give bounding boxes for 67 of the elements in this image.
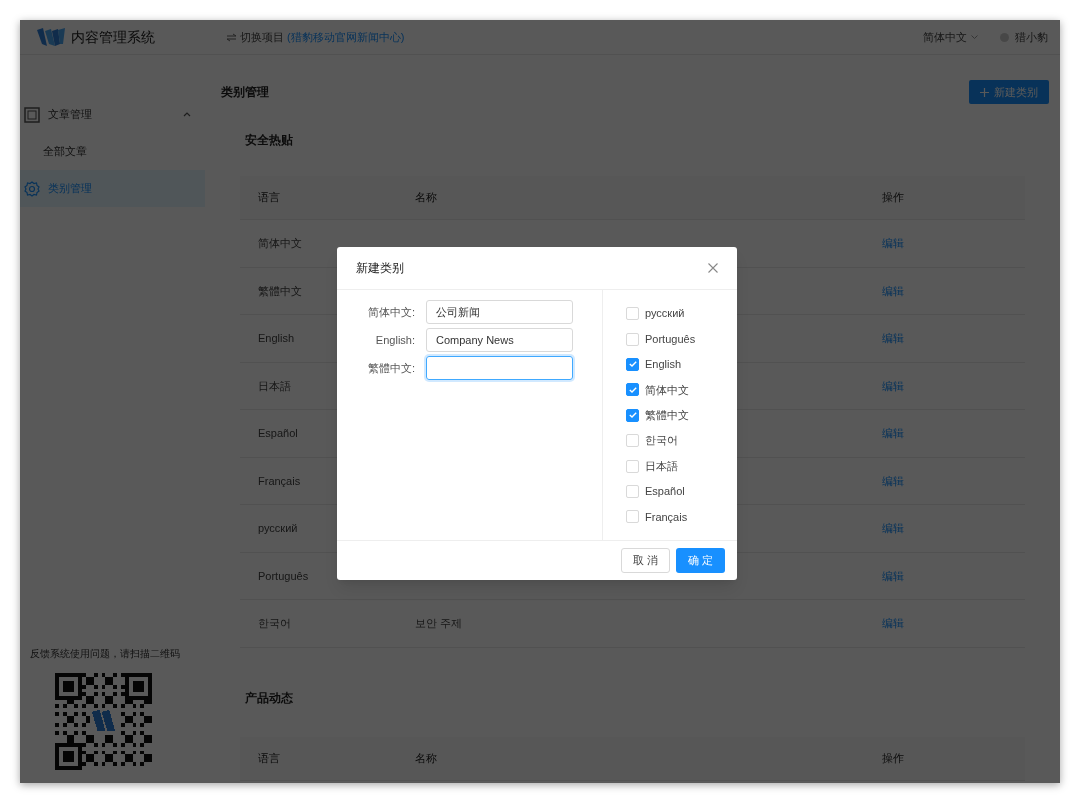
edit-link[interactable]: 编辑 xyxy=(882,615,904,632)
table-cell: Español xyxy=(258,427,298,439)
edit-link[interactable]: 编辑 xyxy=(882,377,904,394)
section-title: 产品动态 xyxy=(245,689,293,707)
checkbox-label: русский xyxy=(645,306,685,322)
field-label: English: xyxy=(374,332,415,348)
swap-icon xyxy=(226,32,237,42)
column-header: 名称 xyxy=(415,750,438,766)
sidebar-item[interactable]: 全部文章 xyxy=(20,133,205,170)
checkbox-label: English xyxy=(645,357,682,373)
check-icon xyxy=(628,361,637,368)
logo-icon xyxy=(37,28,65,46)
plus-icon xyxy=(980,87,989,97)
document-icon xyxy=(24,106,40,123)
edit-link[interactable]: 编辑 xyxy=(882,567,904,584)
sidebar-item[interactable]: 类别管理 xyxy=(20,170,205,207)
check-icon xyxy=(628,386,637,393)
table-cell: 한국어 xyxy=(258,617,291,629)
field-label: 繁體中文: xyxy=(366,360,415,376)
checkbox-label: 繁體中文 xyxy=(645,408,689,423)
check-icon xyxy=(628,412,637,419)
edit-link[interactable]: 编辑 xyxy=(882,235,904,252)
table-cell: English xyxy=(258,332,295,344)
project-link[interactable]: (猎豹移动官网新闻中心) xyxy=(287,28,405,46)
checkbox-label: 日本語 xyxy=(645,458,678,474)
table-cell: 日本語 xyxy=(258,379,291,392)
language-dropdown[interactable]: 简体中文 xyxy=(923,28,978,46)
edit-link[interactable]: 编辑 xyxy=(882,472,904,489)
table-cell: 简体中文 xyxy=(258,237,302,249)
column-header: 语言 xyxy=(258,190,281,206)
checkbox-label: 한국어 xyxy=(645,433,678,449)
new-category-button[interactable]: 新建类别 xyxy=(969,80,1049,104)
checkbox-label: Português xyxy=(645,331,696,347)
close-icon[interactable] xyxy=(708,263,718,273)
ok-button[interactable]: 确 定 xyxy=(676,548,725,573)
column-header: 操作 xyxy=(882,750,904,766)
checkbox-label: Español xyxy=(645,484,685,500)
text-field[interactable]: 公司新闻 xyxy=(426,300,573,324)
checkbox[interactable] xyxy=(626,408,639,422)
table-cell: русский xyxy=(258,522,298,534)
dialog-title: 新建类别 xyxy=(356,260,404,277)
column-header: 操作 xyxy=(882,190,904,206)
text-field[interactable] xyxy=(426,356,573,380)
checkbox[interactable] xyxy=(626,357,639,371)
table-cell: Português xyxy=(258,569,309,582)
text-field[interactable]: Company News xyxy=(426,328,573,352)
section-title: 安全热贴 xyxy=(245,132,293,149)
checkbox[interactable] xyxy=(626,383,639,397)
switch-project-label: 切换项目 xyxy=(240,29,284,45)
field-label: 简体中文: xyxy=(366,304,415,320)
edit-link[interactable]: 编辑 xyxy=(882,330,904,347)
caret-down-icon xyxy=(971,35,978,39)
column-header: 名称 xyxy=(415,190,438,206)
edit-link[interactable]: 编辑 xyxy=(882,520,904,537)
edit-link[interactable]: 编辑 xyxy=(882,282,904,299)
settings-icon xyxy=(24,180,40,197)
table-cell: 繁體中文 xyxy=(258,284,302,297)
table-cell: 보안 주제 xyxy=(415,617,463,629)
table-cell: Français xyxy=(258,474,301,487)
column-header: 语言 xyxy=(258,750,281,766)
checkbox-label: Français xyxy=(645,509,688,525)
cancel-button[interactable]: 取 消 xyxy=(621,548,670,573)
app-title: 内容管理系统 xyxy=(71,27,155,47)
sidebar-item[interactable]: 文章管理 xyxy=(20,96,205,133)
checkbox-label: 简体中文 xyxy=(645,382,689,398)
edit-link[interactable]: 编辑 xyxy=(882,425,904,442)
page-title: 类别管理 xyxy=(221,84,269,101)
